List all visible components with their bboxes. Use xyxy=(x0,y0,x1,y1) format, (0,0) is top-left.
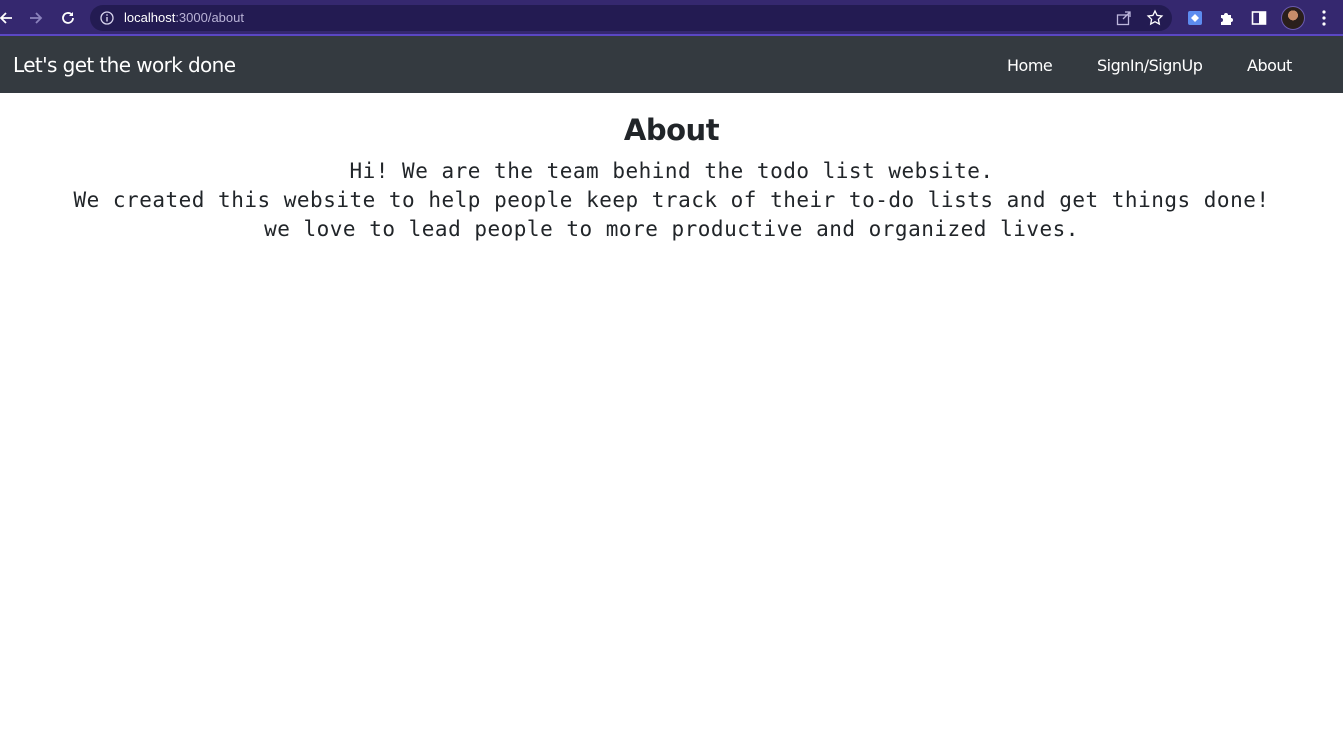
about-line-3: we love to lead people to more productiv… xyxy=(264,217,1079,241)
page-title: About xyxy=(623,113,720,147)
share-icon[interactable] xyxy=(1115,9,1133,27)
kebab-menu-icon[interactable] xyxy=(1316,9,1332,27)
star-icon[interactable] xyxy=(1146,9,1164,27)
about-line-2: We created this website to help people k… xyxy=(73,188,1270,212)
url-text[interactable]: localhost:3000/about xyxy=(124,10,244,25)
side-panel-icon[interactable] xyxy=(1250,9,1268,27)
navbar-brand[interactable]: Let's get the work done xyxy=(13,53,236,77)
address-bar[interactable]: localhost:3000/about xyxy=(90,5,1172,31)
nav-link-about[interactable]: About xyxy=(1247,56,1292,75)
nav-link-signin-signup[interactable]: SignIn/SignUp xyxy=(1097,56,1203,75)
url-host: localhost xyxy=(124,10,176,25)
nav-link-home[interactable]: Home xyxy=(1007,56,1053,75)
browser-toolbar: localhost:3000/about xyxy=(0,0,1343,36)
avatar[interactable] xyxy=(1281,6,1305,30)
about-description: Hi! We are the team behind the todo list… xyxy=(0,157,1343,244)
info-icon[interactable] xyxy=(99,10,115,26)
url-path: :3000/about xyxy=(175,10,244,25)
navbar: Let's get the work done Home SignIn/Sign… xyxy=(0,36,1343,93)
back-icon[interactable] xyxy=(0,8,16,28)
about-line-1: Hi! We are the team behind the todo list… xyxy=(349,159,994,183)
extension-icon[interactable] xyxy=(1186,9,1204,27)
puzzle-icon[interactable] xyxy=(1218,9,1236,27)
forward-icon[interactable] xyxy=(26,8,46,28)
reload-icon[interactable] xyxy=(58,8,78,28)
